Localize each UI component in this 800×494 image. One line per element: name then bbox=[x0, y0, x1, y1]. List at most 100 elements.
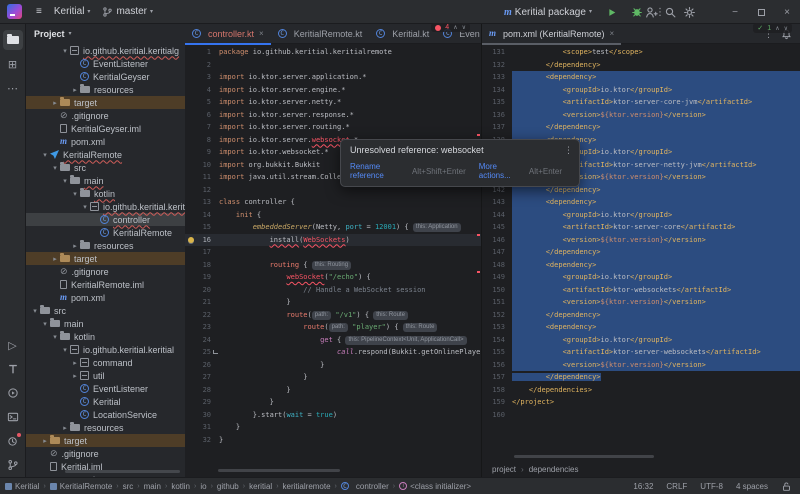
branch-selector[interactable]: master ▾ bbox=[96, 4, 159, 20]
code-line[interactable]: 17 bbox=[185, 246, 481, 259]
code-line[interactable]: 132 </dependency> bbox=[482, 59, 800, 72]
navbar-item[interactable]: main bbox=[144, 482, 161, 491]
tree-row[interactable]: ▸util bbox=[26, 369, 185, 382]
tooltip-more-icon[interactable]: ⋮ bbox=[564, 145, 573, 156]
navbar-item[interactable]: Keritial bbox=[5, 482, 39, 491]
navbar-item[interactable]: keritialremote bbox=[283, 482, 331, 491]
tree-row[interactable]: mpom.xml bbox=[26, 291, 185, 304]
code-line[interactable]: 155 <artifactId>ktor-server-websockets</… bbox=[482, 346, 800, 359]
tree-row[interactable]: ▾main bbox=[26, 317, 185, 330]
more-actions-link[interactable]: More actions... bbox=[479, 162, 524, 180]
tree-row[interactable]: ▾io.github.keritial.keritialg bbox=[26, 44, 185, 57]
code-line[interactable]: 136 <version>${ktor.version}</version> bbox=[482, 109, 800, 122]
tree-row[interactable]: ⊘.gitignore bbox=[26, 447, 185, 460]
tree-chevron-icon[interactable]: ▾ bbox=[50, 333, 60, 341]
code-line[interactable]: 134 <groupId>io.ktor</groupId> bbox=[482, 84, 800, 97]
code-line[interactable]: 160 bbox=[482, 409, 800, 422]
right-code-area[interactable]: 131 <scope>test</scope>132 </dependency>… bbox=[482, 44, 800, 462]
tree-row[interactable]: ▾kotlin bbox=[26, 187, 185, 200]
tree-row[interactable]: ▾src bbox=[26, 304, 185, 317]
code-line[interactable]: 30 }.start(wait = true) bbox=[185, 409, 481, 422]
code-line[interactable]: 22 route(path: "/v1") { this: Route bbox=[185, 309, 481, 322]
tree-chevron-icon[interactable]: ▾ bbox=[60, 346, 70, 354]
file-encoding[interactable]: UTF-8 bbox=[700, 482, 723, 491]
code-line[interactable]: 29 } bbox=[185, 396, 481, 409]
activity-run-button[interactable]: ▷ bbox=[3, 335, 23, 355]
code-line[interactable]: 133 <dependency> bbox=[482, 71, 800, 84]
line-separator[interactable]: CRLF bbox=[666, 482, 687, 491]
code-line[interactable]: 157 </dependency> bbox=[482, 371, 800, 384]
search-button[interactable] bbox=[664, 6, 677, 19]
tree-row[interactable]: ▾io.github.keritial.keritialre bbox=[26, 200, 185, 213]
code-line[interactable]: 150 <artifactId>ktor-websockets</artifac… bbox=[482, 284, 800, 297]
tree-chevron-icon[interactable]: ▸ bbox=[70, 242, 80, 250]
close-tab-icon[interactable]: × bbox=[259, 29, 264, 38]
project-panel-header[interactable]: Project ▾ bbox=[26, 24, 185, 44]
tree-chevron-icon[interactable]: ▸ bbox=[70, 359, 80, 367]
tree-row[interactable]: ⊘.gitignore bbox=[26, 265, 185, 278]
prev-error-button[interactable]: ∧ bbox=[775, 25, 779, 32]
code-line[interactable]: 143 <dependency> bbox=[482, 196, 800, 209]
prev-error-button[interactable]: ∧ bbox=[453, 24, 457, 31]
tree-row[interactable]: Ccontroller bbox=[26, 213, 185, 226]
tree-row[interactable]: ▸resources bbox=[26, 239, 185, 252]
minimize-button[interactable]: − bbox=[722, 0, 748, 24]
indent-style[interactable]: 4 spaces bbox=[736, 482, 768, 491]
project-selector[interactable]: Keritial ▾ bbox=[48, 4, 97, 19]
activity-version-control-button[interactable] bbox=[3, 455, 23, 475]
tree-chevron-icon[interactable]: ▾ bbox=[80, 203, 90, 211]
navbar-item[interactable]: io bbox=[200, 482, 206, 491]
tree-row[interactable]: ▾io.github.keritial.keritial bbox=[26, 343, 185, 356]
caret-position[interactable]: 16:32 bbox=[633, 482, 653, 491]
tree-chevron-icon[interactable]: ▸ bbox=[40, 437, 50, 445]
tree-row[interactable]: CEventListener bbox=[26, 57, 185, 70]
tree-chevron-icon[interactable]: ▸ bbox=[70, 86, 80, 94]
code-line[interactable]: 6import io.ktor.server.response.* bbox=[185, 109, 481, 122]
next-error-button[interactable]: ∨ bbox=[462, 24, 466, 31]
code-line[interactable]: 1package io.github.keritial.keritialremo… bbox=[185, 46, 481, 59]
code-line[interactable]: 28 } bbox=[185, 384, 481, 397]
code-line[interactable]: 145 <artifactId>ktor-server-core</artifa… bbox=[482, 221, 800, 234]
breadcrumb-item[interactable]: dependencies bbox=[529, 465, 579, 474]
xml-breadcrumbs[interactable]: project › dependencies bbox=[482, 462, 579, 477]
close-button[interactable]: × bbox=[774, 0, 800, 24]
activity-terminal-button[interactable] bbox=[3, 407, 23, 427]
navbar-item[interactable]: src bbox=[123, 482, 134, 491]
next-error-button[interactable]: ∨ bbox=[784, 25, 788, 32]
code-line[interactable]: 20 // Handle a WebSocket session bbox=[185, 284, 481, 297]
code-line[interactable]: 2 bbox=[185, 59, 481, 72]
tree-chevron-icon[interactable]: ▾ bbox=[30, 307, 40, 315]
close-tab-icon[interactable]: × bbox=[610, 29, 615, 38]
code-line[interactable]: 23 route(path: "player") { this: Route bbox=[185, 321, 481, 334]
tree-chevron-icon[interactable]: ▾ bbox=[50, 164, 60, 172]
code-line[interactable]: 13class controller { bbox=[185, 196, 481, 209]
code-line[interactable]: 158 </dependencies> bbox=[482, 384, 800, 397]
code-line[interactable]: 154 <groupId>io.ktor</groupId> bbox=[482, 334, 800, 347]
tree-chevron-icon[interactable]: ▸ bbox=[50, 255, 60, 263]
tree-chevron-icon[interactable]: ▾ bbox=[60, 177, 70, 185]
code-line[interactable]: 159</project> bbox=[482, 396, 800, 409]
main-menu-button[interactable]: ≡ bbox=[30, 4, 48, 19]
tree-row[interactable]: CKeritialRemote bbox=[26, 226, 185, 239]
tree-row[interactable]: CLocationService bbox=[26, 408, 185, 421]
navbar-item[interactable]: KeritialRemote bbox=[50, 482, 112, 491]
code-line[interactable]: 21 } bbox=[185, 296, 481, 309]
tree-row[interactable]: ▸target bbox=[26, 96, 185, 109]
code-line[interactable]: 156 <version>${ktor.version}</version> bbox=[482, 359, 800, 372]
tree-chevron-icon[interactable]: ▸ bbox=[70, 372, 80, 380]
right-editor-hscrollbar[interactable] bbox=[514, 455, 654, 458]
code-line[interactable]: 24 get { this: PipelineContext<Unit, App… bbox=[185, 334, 481, 347]
code-line[interactable]: 26 } bbox=[185, 359, 481, 372]
rename-reference-link[interactable]: Rename reference bbox=[350, 162, 407, 180]
code-line[interactable]: 149 <groupId>io.ktor</groupId> bbox=[482, 271, 800, 284]
settings-button[interactable] bbox=[683, 6, 696, 19]
code-line[interactable]: 131 <scope>test</scope> bbox=[482, 46, 800, 59]
code-line[interactable]: 15 embeddedServer(Netty, port = 12001) {… bbox=[185, 221, 481, 234]
tree-row[interactable]: CKeritialGeyser bbox=[26, 70, 185, 83]
code-line[interactable]: 151 <version>${ktor.version}</version> bbox=[482, 296, 800, 309]
navbar-item[interactable]: Ccontroller bbox=[341, 482, 389, 491]
code-line[interactable]: 135 <artifactId>ktor-server-core-jvm</ar… bbox=[482, 96, 800, 109]
code-line[interactable]: 137 </dependency> bbox=[482, 121, 800, 134]
tree-row[interactable]: KeritialRemote.iml bbox=[26, 278, 185, 291]
editor-tab[interactable]: CKeritialRemote.kt bbox=[271, 24, 370, 44]
